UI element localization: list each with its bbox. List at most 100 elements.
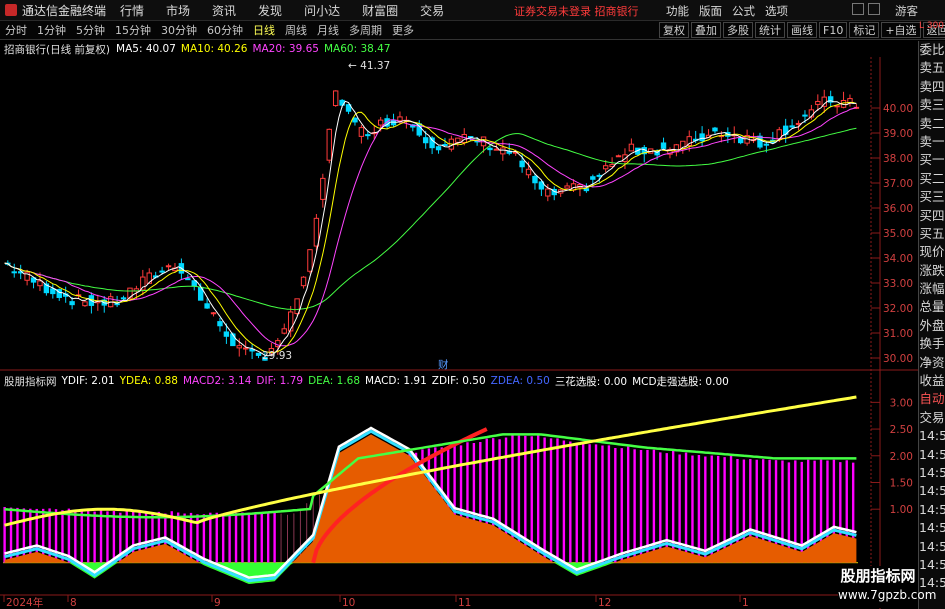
low-price-label: 29.93 — [262, 350, 292, 362]
candle-body — [313, 217, 320, 247]
candle-body — [204, 303, 210, 309]
candle-body — [242, 347, 249, 350]
side-tab[interactable]: 交易 — [919, 409, 945, 427]
side-tab[interactable]: 自动 — [919, 390, 945, 408]
side-tab[interactable]: 卖二 — [919, 115, 945, 133]
candle-body — [628, 143, 635, 152]
candle-body — [397, 116, 403, 122]
candle-body — [281, 328, 287, 334]
high-price-label: ← 41.37 — [348, 60, 390, 72]
side-tab[interactable]: 卖一 — [919, 133, 945, 151]
side-tab[interactable]: 买一 — [919, 151, 945, 169]
candle-body — [699, 133, 705, 142]
side-tab[interactable]: 卖四 — [919, 78, 945, 96]
candle-body — [545, 188, 551, 197]
candle-body — [255, 352, 262, 356]
price-tick-label: 34.00 — [883, 253, 913, 265]
candle-body — [442, 144, 448, 147]
candlestick-plot: ← 41.37 29.93 财 — [4, 60, 860, 371]
indicator-tick-label: 1.50 — [890, 477, 913, 489]
candle-body — [159, 270, 165, 273]
event-marker: 财 — [438, 358, 449, 371]
side-tab[interactable]: 14:56 — [919, 427, 945, 445]
candle-body — [185, 278, 191, 281]
side-tab[interactable]: 买五 — [919, 225, 945, 243]
indicator-tick-label: 1.00 — [890, 504, 913, 516]
side-tab[interactable]: 委比 — [919, 41, 945, 59]
indicator-negative-area — [4, 562, 857, 584]
side-tab[interactable]: 卖三 — [919, 96, 945, 114]
side-tab[interactable]: 涨幅 — [919, 280, 945, 298]
side-tab[interactable]: 14:56 — [919, 519, 945, 537]
candle-body — [525, 168, 532, 176]
candle-body — [114, 303, 120, 306]
candle-body — [615, 155, 622, 158]
watermark-title: 股朋指标网 — [840, 567, 916, 585]
indicator-tick-label: 2.50 — [890, 424, 913, 436]
side-tab[interactable]: 换手 — [919, 335, 945, 353]
candle-body — [757, 135, 763, 148]
candle-body — [82, 301, 88, 307]
price-tick-label: 33.00 — [883, 278, 913, 290]
date-tick-label: 2024年 — [6, 596, 43, 609]
side-tab[interactable]: 净资 — [919, 354, 945, 372]
candle-body — [287, 311, 294, 332]
candle-body — [596, 174, 602, 177]
price-tick-label: 37.00 — [883, 178, 913, 190]
price-tick-label: 38.00 — [883, 153, 913, 165]
price-tick-label: 40.00 — [883, 103, 913, 115]
candle-body — [815, 100, 821, 105]
side-tab[interactable]: 14:56 — [919, 556, 945, 574]
candle-body — [377, 119, 384, 126]
price-tick-label: 30.00 — [883, 353, 913, 365]
side-tab[interactable]: 收益 — [919, 372, 945, 390]
candle-body — [422, 137, 429, 144]
candle-body — [763, 143, 770, 146]
candle-body — [358, 127, 365, 137]
price-tick-label: 31.00 — [883, 328, 913, 340]
candle-body — [326, 128, 332, 161]
chart-area[interactable]: ← 41.37 29.93 财 40.00 39.00 38.00 37.00 36.00 3… — [0, 0, 918, 609]
candle-body — [789, 125, 795, 128]
date-tick-label: 11 — [458, 597, 471, 609]
side-tab[interactable]: 买三 — [919, 188, 945, 206]
side-tab[interactable]: 总量 — [919, 298, 945, 316]
side-tab[interactable]: 14:56 — [919, 482, 945, 500]
price-tick-label: 36.00 — [883, 203, 913, 215]
watermark: 股朋指标网 www.7gpzb.com — [838, 566, 936, 608]
side-tab[interactable]: 卖五 — [919, 59, 945, 77]
price-tick-label: 32.00 — [883, 303, 913, 315]
candle-body — [120, 297, 127, 300]
side-tab[interactable]: 买四 — [919, 207, 945, 225]
side-tab[interactable]: 14:56 — [919, 464, 945, 482]
candle-body — [11, 271, 17, 274]
candle-body — [834, 105, 840, 108]
candle-body — [140, 276, 146, 291]
candle-body — [590, 176, 596, 180]
candle-body — [210, 312, 217, 315]
side-tab[interactable]: 14:56 — [919, 538, 945, 556]
candle-body — [455, 137, 461, 143]
candle-body — [230, 333, 236, 347]
side-tab[interactable]: 现价 — [919, 243, 945, 261]
candle-body — [602, 165, 609, 170]
candle-body — [320, 177, 326, 200]
candle-body — [50, 288, 56, 295]
candle-body — [500, 147, 506, 155]
date-tick-label: 10 — [342, 597, 355, 609]
side-tab[interactable]: 买二 — [919, 170, 945, 188]
side-tab[interactable]: 14:56 — [919, 446, 945, 464]
candle-body — [352, 117, 358, 123]
candle-body — [519, 160, 525, 168]
candle-body — [217, 321, 223, 327]
candle-body — [493, 148, 500, 151]
candle-body — [583, 188, 590, 192]
candle-body — [795, 122, 802, 125]
candle-body — [332, 90, 339, 107]
side-tab[interactable]: 14:56 — [919, 501, 945, 519]
indicator-tick-label: 2.00 — [890, 451, 913, 463]
ma60-line — [4, 127, 857, 311]
side-tab[interactable]: 涨跌 — [919, 262, 945, 280]
candle-body — [802, 114, 808, 117]
side-tab[interactable]: 外盘 — [919, 317, 945, 335]
